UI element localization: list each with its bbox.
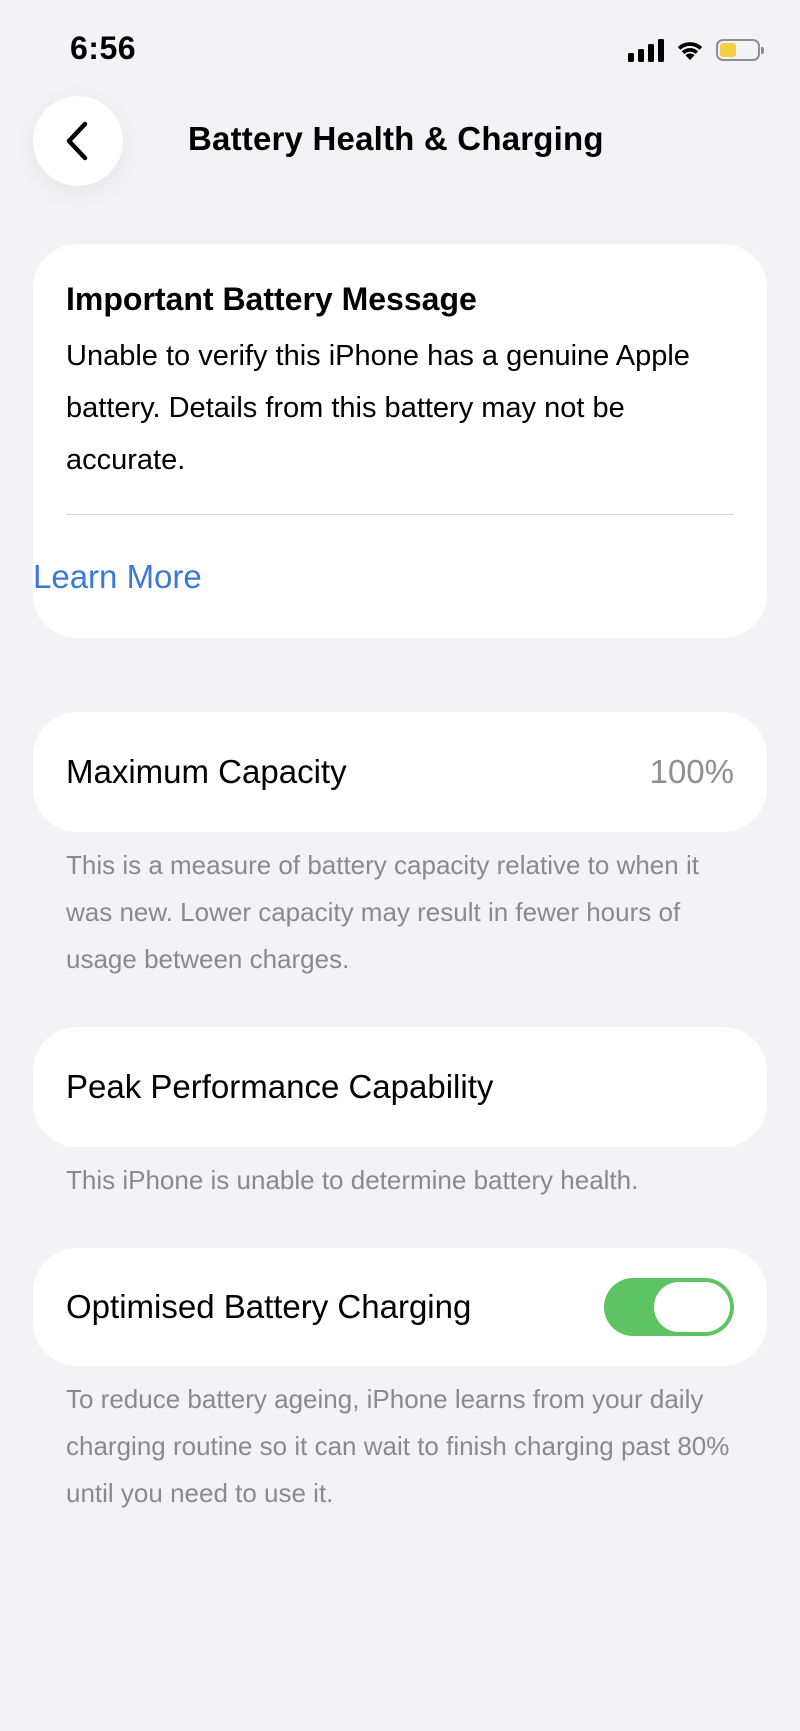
- optimised-charging-footnote: To reduce battery ageing, iPhone learns …: [66, 1384, 730, 1508]
- peak-performance-row[interactable]: Peak Performance Capability: [33, 1027, 767, 1147]
- maximum-capacity-row: Maximum Capacity 100%: [33, 712, 767, 832]
- battery-fill: [720, 43, 737, 57]
- learn-more-link[interactable]: Learn More: [33, 558, 202, 596]
- optimised-charging-label: Optimised Battery Charging: [66, 1288, 472, 1325]
- message-title: Important Battery Message: [66, 281, 477, 317]
- peak-performance-label: Peak Performance Capability: [66, 1068, 494, 1105]
- battery-icon: [716, 39, 764, 61]
- message-body: Unable to verify this iPhone has a genui…: [66, 340, 690, 477]
- chevron-left-icon: [66, 121, 88, 161]
- status-bar: 6:56: [0, 0, 800, 100]
- peak-performance-footnote: This iPhone is unable to determine batte…: [66, 1165, 639, 1195]
- maximum-capacity-value: 100%: [649, 753, 734, 790]
- optimised-charging-row: Optimised Battery Charging: [33, 1248, 767, 1366]
- toggle-knob: [654, 1282, 730, 1332]
- signal-icon: [628, 38, 664, 62]
- wifi-icon: [677, 42, 703, 60]
- page-title: Battery Health & Charging: [188, 120, 604, 157]
- maximum-capacity-footnote: This is a measure of battery capacity re…: [66, 850, 699, 974]
- maximum-capacity-label: Maximum Capacity: [66, 753, 347, 790]
- back-button[interactable]: [33, 96, 123, 186]
- optimised-charging-toggle[interactable]: [604, 1278, 734, 1336]
- divider: [66, 514, 734, 515]
- status-time: 6:56: [70, 30, 137, 66]
- status-icons: [628, 38, 764, 62]
